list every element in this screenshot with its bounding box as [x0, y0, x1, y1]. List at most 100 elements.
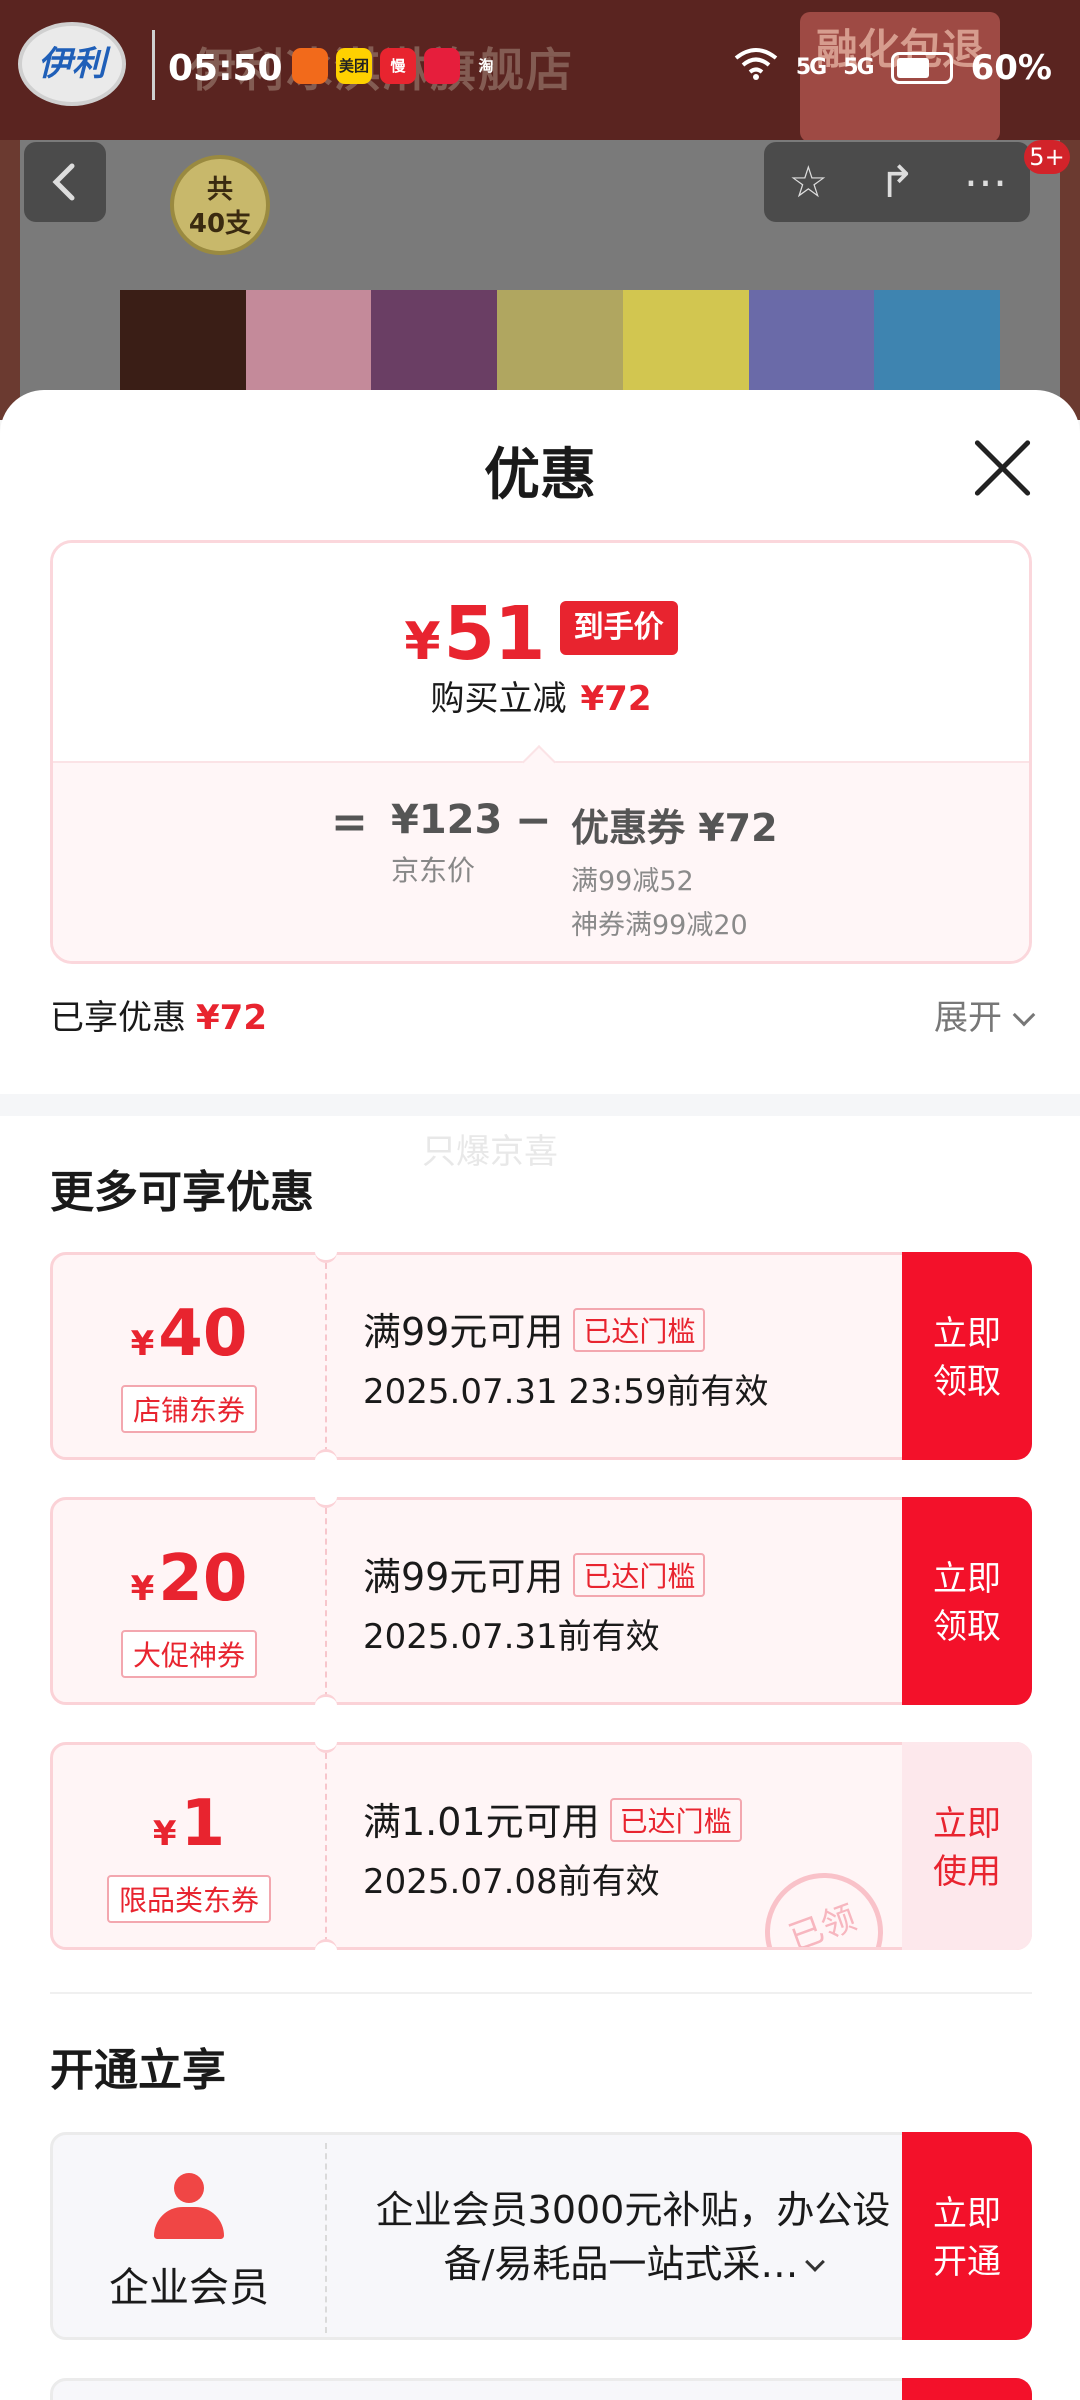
status-app-icons: 美团 慢 淘: [292, 48, 504, 84]
reduce-label: 购买立减: [430, 679, 567, 719]
coupon-info: 满99元可用 已达门槛 2025.07.31 23:59前有效: [363, 1301, 768, 1413]
page-tools: ☆ ↱ ⋯: [764, 142, 1030, 222]
coupon-amount: ¥40: [130, 1297, 248, 1371]
coupon-amount: ¥20: [130, 1542, 248, 1616]
claimed-stamp: 已领: [753, 1856, 900, 1947]
back-button[interactable]: [24, 142, 106, 222]
coupon-info: 满1.01元可用 已达门槛 2025.07.08前有效: [363, 1791, 742, 1903]
more-discounts-title: 更多可享优惠: [50, 1167, 314, 1218]
threshold-reached-tag: 已达门槛: [573, 1308, 706, 1352]
coupon-type: 店铺东券: [120, 1385, 257, 1433]
final-price: ¥51: [404, 591, 545, 677]
next-card-button[interactable]: [902, 2378, 1032, 2400]
minus-sign: −: [515, 795, 552, 846]
reduce-value: ¥72: [580, 679, 652, 719]
coupon-validity: 2025.07.31前有效: [363, 1617, 660, 1657]
next-membership-card: [50, 2378, 1032, 2400]
status-indicators: 5G 5G 60%: [734, 46, 1052, 89]
activate-membership-button[interactable]: 立即 开通: [902, 2132, 1032, 2340]
final-price-tag: 到手价: [559, 601, 678, 655]
coupon-value-area: ¥1 限品类东券: [53, 1745, 325, 1947]
social-app-icon: [424, 48, 460, 84]
battery-icon: [890, 51, 953, 84]
coupon-condition: 满1.01元可用: [363, 1800, 600, 1844]
coupon-dashed-divider: [325, 1263, 327, 1453]
threshold-reached-tag: 已达门槛: [573, 1553, 706, 1597]
coupon-validity: 2025.07.08前有效: [363, 1862, 660, 1902]
coupon-notch-bottom: [315, 1694, 337, 1716]
coupon-part: 优惠券 ¥72 满99减52 神券满99减20: [571, 797, 778, 948]
signal-5g-icon-1: 5G: [795, 55, 827, 80]
membership-card: 企业会员 企业会员3000元补贴，办公设备/易耗品一站式采… 立即 开通: [50, 2132, 1032, 2340]
threshold-reached-tag: 已达门槛: [609, 1798, 742, 1842]
coupon-total: 优惠券 ¥72: [571, 806, 778, 850]
more-icon[interactable]: ⋯: [956, 157, 1016, 208]
price-breakdown-card: ¥51 到手价 购买立减 ¥72 = ¥123 京东价 − 优惠券 ¥72 满99…: [50, 540, 1032, 964]
price-formula-area: = ¥123 京东价 − 优惠券 ¥72 满99减52 神券满99减20: [53, 745, 1029, 961]
membership-identity: 企业会员: [53, 2135, 325, 2337]
enjoyed-discount-row: 已享优惠 ¥72 展开: [50, 990, 1036, 1050]
taobao-icon: 淘: [478, 57, 494, 75]
equals-sign: =: [331, 797, 368, 848]
coupon-dashed-divider: [325, 1508, 327, 1698]
coupon-info: 满99元可用 已达门槛 2025.07.31前有效: [363, 1546, 706, 1658]
coupon-condition: 满99元可用: [363, 1310, 564, 1354]
jd-price-part: ¥123 京东价: [391, 797, 502, 889]
coupon-card: ¥1 限品类东券 满1.01元可用 已达门槛 2025.07.08前有效 已领 立…: [50, 1731, 1032, 1961]
notification-badge: 5+: [1024, 140, 1070, 174]
coupon-type: 限品类东券: [106, 1875, 271, 1923]
coupon-card: ¥40 店铺东券 满99元可用 已达门槛 2025.07.31 23:59前有效 …: [50, 1241, 1032, 1471]
membership-dashed-divider: [325, 2143, 327, 2333]
membership-description[interactable]: 企业会员3000元补贴，办公设备/易耗品一站式采…: [353, 2183, 913, 2291]
jd-price: ¥123: [391, 797, 503, 843]
slow-app-icon: 慢: [380, 48, 416, 84]
expand-button[interactable]: 展开: [934, 990, 1036, 1039]
chevron-left-icon: [52, 163, 75, 201]
coupon-notch-top: [315, 1241, 337, 1263]
sheet-title: 优惠: [484, 443, 596, 508]
final-price-row: ¥51 到手价: [53, 591, 1029, 677]
section-divider: [0, 1094, 1080, 1116]
claim-coupon-button[interactable]: 立即 领取: [902, 1497, 1032, 1705]
coupon-notch-bottom: [315, 1939, 337, 1961]
coupon-notch-top: [315, 1731, 337, 1753]
membership-section-title: 开通立享: [50, 2045, 226, 2096]
coupon-detail-1: 满99减52: [571, 866, 694, 897]
status-bar: 05:50 美团 慢 淘 5G 5G 60%: [0, 0, 1080, 140]
claim-coupon-button[interactable]: 立即 领取: [902, 1252, 1032, 1460]
coupon-value-area: ¥40 店铺东券: [53, 1255, 325, 1457]
coupon-type: 大促神券: [120, 1630, 257, 1678]
wifi-icon: [734, 46, 778, 89]
coupon-notch-bottom: [315, 1449, 337, 1471]
watermark-text: 只爆京喜: [422, 1132, 558, 1172]
signal-5g-icon-2: 5G: [843, 55, 874, 80]
discount-sheet: 优惠 ¥51 到手价 购买立减 ¥72 = ¥123 京东价 − 优惠券 ¥72…: [0, 390, 1080, 2400]
person-icon: [154, 2173, 224, 2241]
coupon-value-area: ¥20 大促神券: [53, 1500, 325, 1702]
coupon-card: ¥20 大促神券 满99元可用 已达门槛 2025.07.31前有效 立即 领取: [50, 1486, 1032, 1716]
count-badge: 共 40支: [170, 155, 270, 255]
claimed-stamp-clip: 已领: [753, 1745, 913, 1947]
price-formula: = ¥123 京东价 − 优惠券 ¥72 满99减52 神券满99减20: [53, 795, 1029, 957]
share-icon[interactable]: ↱: [867, 157, 927, 208]
coupon-detail-2: 神券满99减20: [571, 910, 748, 941]
status-time: 05:50: [168, 48, 283, 89]
close-icon[interactable]: [972, 438, 1032, 498]
chevron-down-icon: [805, 2252, 826, 2272]
coupon-notch-top: [315, 1486, 337, 1508]
section-separator: [50, 1992, 1032, 1994]
use-coupon-button[interactable]: 立即 使用: [902, 1742, 1032, 1950]
membership-name: 企业会员: [109, 2265, 269, 2311]
enjoyed-value: ¥72: [196, 998, 267, 1038]
jd-price-label: 京东价: [391, 854, 476, 887]
battery-percent: 60%: [970, 47, 1052, 88]
enjoyed-label: 已享优惠 ¥72: [50, 998, 267, 1038]
favorite-star-icon[interactable]: ☆: [778, 157, 838, 208]
status-divider: [152, 30, 155, 100]
sheet-header: 优惠: [0, 390, 1080, 542]
reduce-row: 购买立减 ¥72: [53, 671, 1029, 720]
meituan-icon: 美团: [336, 48, 372, 84]
coupon-amount: ¥1: [152, 1787, 226, 1861]
coupon-dashed-divider: [325, 1753, 327, 1943]
chevron-down-icon: [1012, 1003, 1036, 1027]
